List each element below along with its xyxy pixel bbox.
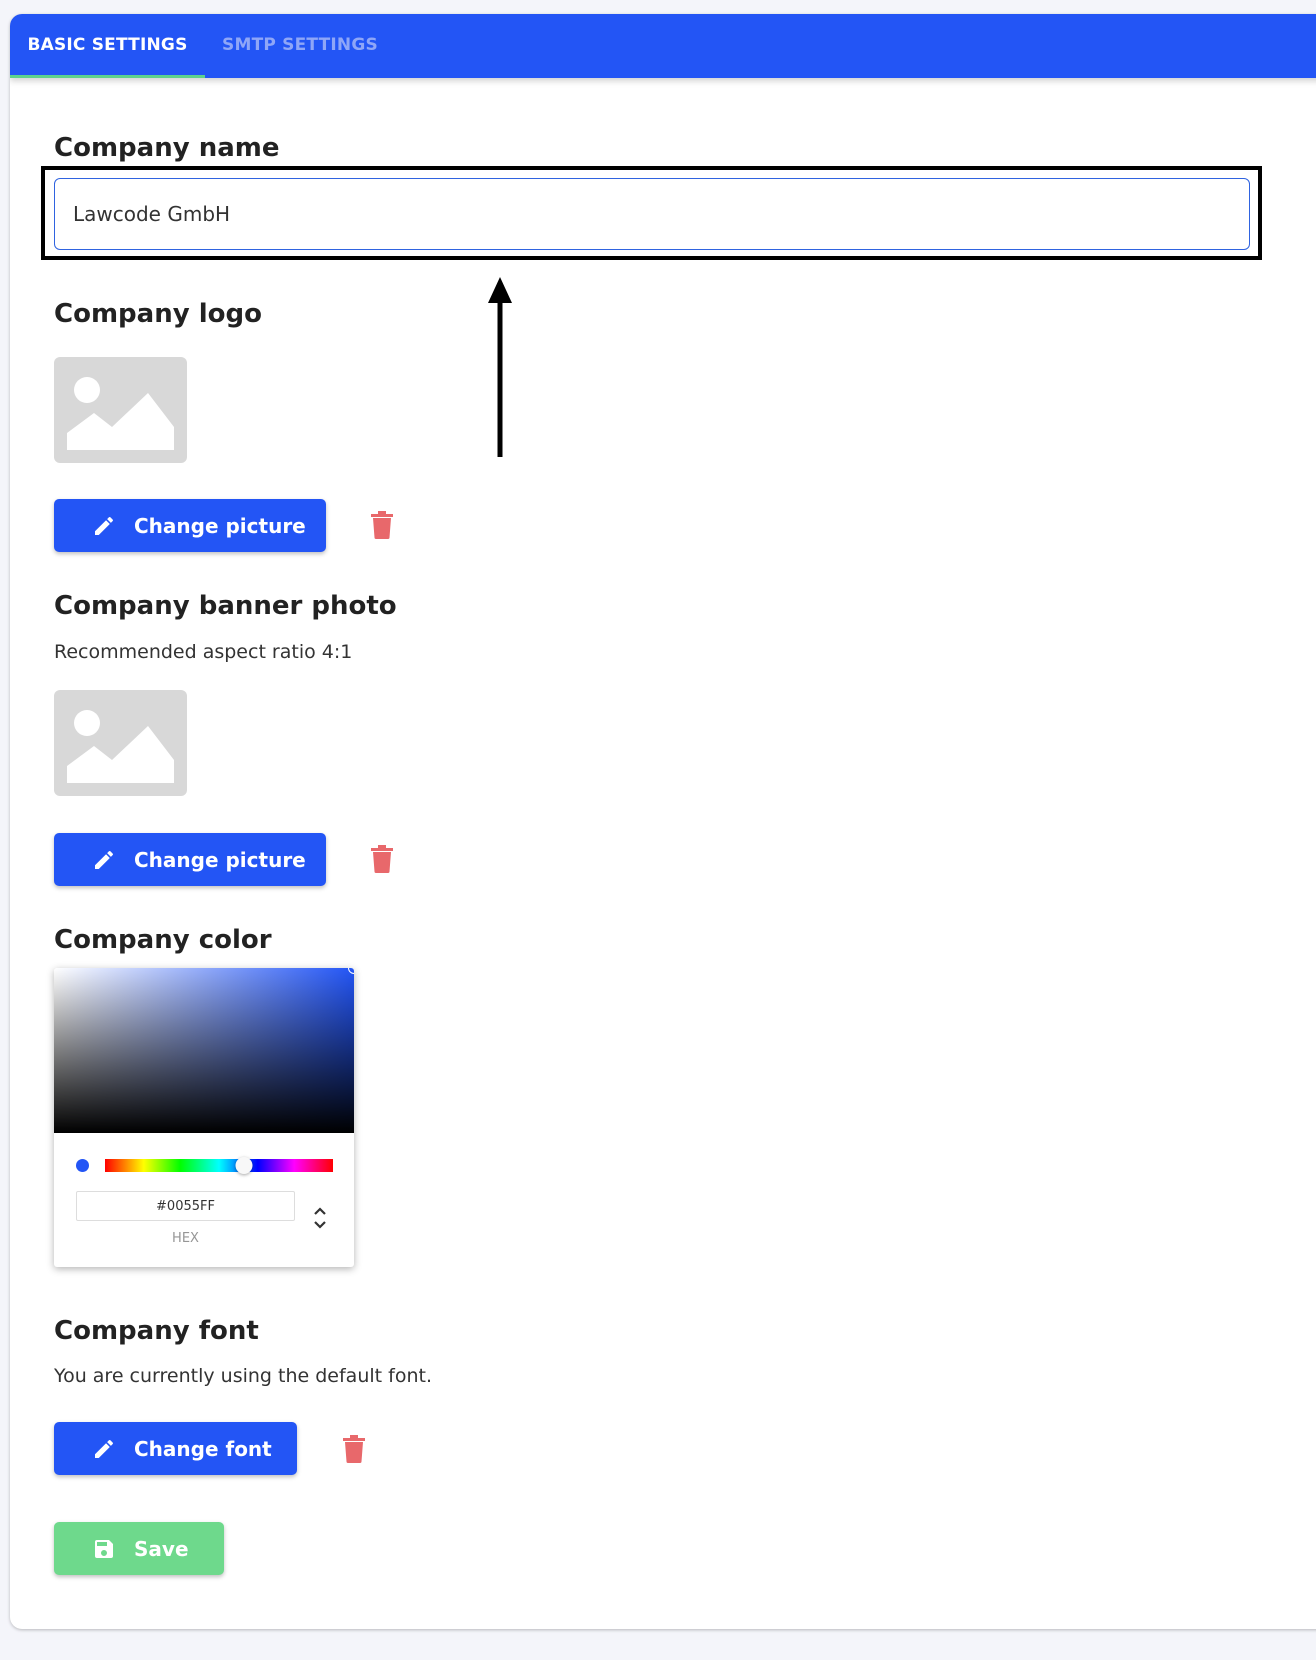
hex-label: HEX <box>172 1231 199 1246</box>
tab-bar: BASIC SETTINGS SMTP SETTINGS <box>10 14 1316 78</box>
change-font-button[interactable]: Change font <box>54 1422 297 1475</box>
company-name-input[interactable] <box>54 178 1250 250</box>
company-font-heading: Company font <box>54 1316 259 1346</box>
banner-delete-trash-icon[interactable] <box>371 845 393 873</box>
tab-smtp-settings[interactable]: SMTP SETTINGS <box>210 14 390 78</box>
pencil-icon <box>95 850 114 869</box>
logo-change-picture-button[interactable]: Change picture <box>54 499 326 552</box>
font-delete-trash-icon[interactable] <box>343 1435 365 1463</box>
image-placeholder-icon <box>67 710 174 783</box>
banner-change-picture-button[interactable]: Change picture <box>54 833 326 886</box>
company-banner-heading: Company banner photo <box>54 591 397 621</box>
tab-basic-settings[interactable]: BASIC SETTINGS <box>10 14 205 78</box>
saturation-value-area[interactable] <box>54 968 354 1133</box>
button-label: Save <box>134 1536 189 1561</box>
image-placeholder-icon <box>67 377 174 450</box>
format-toggle-chevrons-icon[interactable] <box>311 1204 329 1232</box>
button-label: Change picture <box>134 513 306 538</box>
company-logo-heading: Company logo <box>54 299 262 329</box>
banner-image-placeholder <box>54 690 187 796</box>
company-name-heading: Company name <box>54 133 280 163</box>
pencil-icon <box>95 516 114 535</box>
hue-slider[interactable] <box>105 1157 333 1174</box>
logo-delete-trash-icon[interactable] <box>371 511 393 539</box>
save-button[interactable]: Save <box>54 1522 224 1575</box>
floppy-disk-icon <box>95 1539 113 1558</box>
hue-slider-handle[interactable] <box>235 1157 253 1174</box>
hex-color-input[interactable] <box>76 1191 295 1221</box>
company-color-heading: Company color <box>54 925 272 955</box>
current-color-swatch <box>76 1159 89 1172</box>
logo-image-placeholder <box>54 357 187 463</box>
annotation-arrow-icon <box>488 277 512 457</box>
pencil-icon <box>95 1439 114 1458</box>
color-picker: HEX <box>54 968 354 1267</box>
font-status-text: You are currently using the default font… <box>54 1365 432 1387</box>
button-label: Change picture <box>134 847 306 872</box>
saturation-handle[interactable] <box>348 968 354 974</box>
button-label: Change font <box>134 1436 272 1461</box>
banner-aspect-ratio-hint: Recommended aspect ratio 4:1 <box>54 641 353 663</box>
